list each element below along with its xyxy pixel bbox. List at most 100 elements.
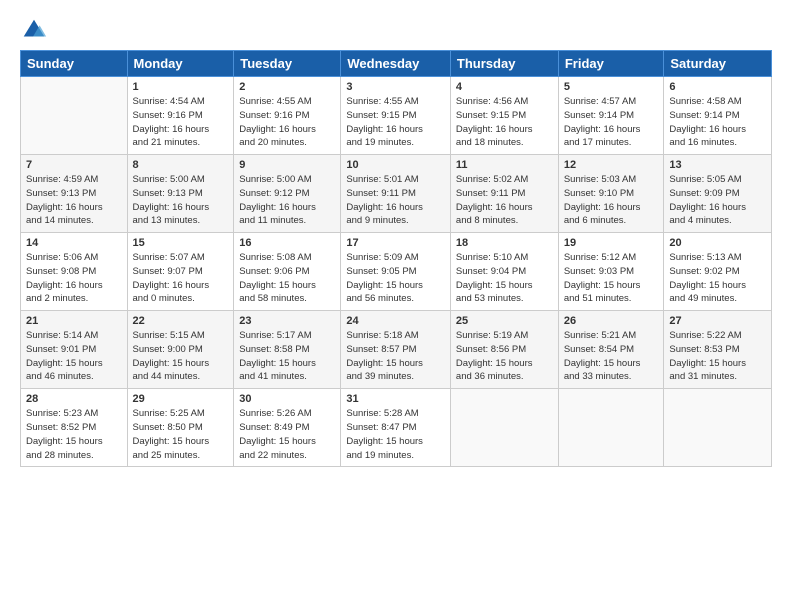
col-header-thursday: Thursday xyxy=(450,51,558,77)
day-info: Sunrise: 5:13 AM Sunset: 9:02 PM Dayligh… xyxy=(669,251,766,306)
calendar-day-cell: 3 Sunrise: 4:55 AM Sunset: 9:15 PM Daylig… xyxy=(341,77,451,155)
day-info: Sunrise: 5:21 AM Sunset: 8:54 PM Dayligh… xyxy=(564,329,659,384)
day-number: 8 xyxy=(133,159,229,171)
day-info: Sunrise: 5:03 AM Sunset: 9:10 PM Dayligh… xyxy=(564,173,659,228)
day-number: 15 xyxy=(133,237,229,249)
calendar-day-cell: 4Sunrise: 4:56 AM Sunset: 9:15 PM Daylig… xyxy=(450,77,558,155)
day-number: 31 xyxy=(346,393,445,405)
day-number: 25 xyxy=(456,315,553,327)
day-number: 30 xyxy=(239,393,335,405)
calendar-day-cell: 5Sunrise: 4:57 AM Sunset: 9:14 PM Daylig… xyxy=(558,77,664,155)
calendar-day-cell: 1 Sunrise: 4:54 AM Sunset: 9:16 PM Daylig… xyxy=(127,77,234,155)
calendar-day-cell: 28Sunrise: 5:23 AM Sunset: 8:52 PM Dayli… xyxy=(21,389,128,467)
calendar-day-cell: 11 Sunrise: 5:02 AM Sunset: 9:11 PM Dayli… xyxy=(450,155,558,233)
day-number: 7 xyxy=(26,159,122,171)
day-info: Sunrise: 5:01 AM Sunset: 9:11 PM Dayligh… xyxy=(346,173,445,228)
day-number: 14 xyxy=(26,237,122,249)
day-info: Sunrise: 5:05 AM Sunset: 9:09 PM Dayligh… xyxy=(669,173,766,228)
calendar-day-cell: 22Sunrise: 5:15 AM Sunset: 9:00 PM Dayli… xyxy=(127,311,234,389)
day-info: Sunrise: 5:08 AM Sunset: 9:06 PM Dayligh… xyxy=(239,251,335,306)
day-info: Sunrise: 4:58 AM Sunset: 9:14 PM Dayligh… xyxy=(669,95,766,150)
calendar-week-row: 1 Sunrise: 4:54 AM Sunset: 9:16 PM Daylig… xyxy=(21,77,772,155)
calendar-day-cell: 6 Sunrise: 4:58 AM Sunset: 9:14 PM Daylig… xyxy=(664,77,772,155)
day-info: Sunrise: 5:18 AM Sunset: 8:57 PM Dayligh… xyxy=(346,329,445,384)
day-info: Sunrise: 5:00 AM Sunset: 9:12 PM Dayligh… xyxy=(239,173,335,228)
day-number: 26 xyxy=(564,315,659,327)
day-number: 12 xyxy=(564,159,659,171)
day-info: Sunrise: 5:06 AM Sunset: 9:08 PM Dayligh… xyxy=(26,251,122,306)
day-number: 23 xyxy=(239,315,335,327)
day-number: 29 xyxy=(133,393,229,405)
day-number: 3 xyxy=(346,81,445,93)
calendar-day-cell: 31Sunrise: 5:28 AM Sunset: 8:47 PM Dayli… xyxy=(341,389,451,467)
day-number: 24 xyxy=(346,315,445,327)
calendar-day-cell: 8 Sunrise: 5:00 AM Sunset: 9:13 PM Daylig… xyxy=(127,155,234,233)
calendar-week-row: 21 Sunrise: 5:14 AM Sunset: 9:01 PM Dayli… xyxy=(21,311,772,389)
calendar-week-row: 7 Sunrise: 4:59 AM Sunset: 9:13 PM Daylig… xyxy=(21,155,772,233)
day-number: 19 xyxy=(564,237,659,249)
col-header-monday: Monday xyxy=(127,51,234,77)
day-number: 11 xyxy=(456,159,553,171)
day-info: Sunrise: 4:59 AM Sunset: 9:13 PM Dayligh… xyxy=(26,173,122,228)
calendar-day-cell: 15 Sunrise: 5:07 AM Sunset: 9:07 PM Dayli… xyxy=(127,233,234,311)
col-header-friday: Friday xyxy=(558,51,664,77)
col-header-sunday: Sunday xyxy=(21,51,128,77)
calendar-day-cell xyxy=(664,389,772,467)
day-info: Sunrise: 5:07 AM Sunset: 9:07 PM Dayligh… xyxy=(133,251,229,306)
day-number: 22 xyxy=(133,315,229,327)
day-info: Sunrise: 4:54 AM Sunset: 9:16 PM Dayligh… xyxy=(133,95,229,150)
page: SundayMondayTuesdayWednesdayThursdayFrid… xyxy=(0,0,792,612)
col-header-saturday: Saturday xyxy=(664,51,772,77)
calendar-day-cell: 30 Sunrise: 5:26 AM Sunset: 8:49 PM Dayli… xyxy=(234,389,341,467)
day-info: Sunrise: 5:25 AM Sunset: 8:50 PM Dayligh… xyxy=(133,407,229,462)
day-number: 1 xyxy=(133,81,229,93)
calendar-day-cell: 19 Sunrise: 5:12 AM Sunset: 9:03 PM Dayli… xyxy=(558,233,664,311)
day-info: Sunrise: 5:10 AM Sunset: 9:04 PM Dayligh… xyxy=(456,251,553,306)
day-info: Sunrise: 5:22 AM Sunset: 8:53 PM Dayligh… xyxy=(669,329,766,384)
day-info: Sunrise: 5:17 AM Sunset: 8:58 PM Dayligh… xyxy=(239,329,335,384)
calendar-header-row: SundayMondayTuesdayWednesdayThursdayFrid… xyxy=(21,51,772,77)
calendar-day-cell: 20 Sunrise: 5:13 AM Sunset: 9:02 PM Dayli… xyxy=(664,233,772,311)
day-number: 9 xyxy=(239,159,335,171)
day-number: 21 xyxy=(26,315,122,327)
day-info: Sunrise: 5:02 AM Sunset: 9:11 PM Dayligh… xyxy=(456,173,553,228)
day-info: Sunrise: 5:19 AM Sunset: 8:56 PM Dayligh… xyxy=(456,329,553,384)
day-info: Sunrise: 4:55 AM Sunset: 9:15 PM Dayligh… xyxy=(346,95,445,150)
day-info: Sunrise: 5:26 AM Sunset: 8:49 PM Dayligh… xyxy=(239,407,335,462)
calendar-day-cell: 12 Sunrise: 5:03 AM Sunset: 9:10 PM Dayli… xyxy=(558,155,664,233)
calendar-day-cell: 21 Sunrise: 5:14 AM Sunset: 9:01 PM Dayli… xyxy=(21,311,128,389)
calendar-day-cell xyxy=(450,389,558,467)
day-info: Sunrise: 5:12 AM Sunset: 9:03 PM Dayligh… xyxy=(564,251,659,306)
day-number: 27 xyxy=(669,315,766,327)
day-number: 6 xyxy=(669,81,766,93)
calendar-day-cell: 27 Sunrise: 5:22 AM Sunset: 8:53 PM Dayli… xyxy=(664,311,772,389)
day-info: Sunrise: 5:09 AM Sunset: 9:05 PM Dayligh… xyxy=(346,251,445,306)
day-number: 16 xyxy=(239,237,335,249)
day-number: 20 xyxy=(669,237,766,249)
col-header-tuesday: Tuesday xyxy=(234,51,341,77)
calendar-day-cell: 26 Sunrise: 5:21 AM Sunset: 8:54 PM Dayli… xyxy=(558,311,664,389)
calendar-day-cell: 25 Sunrise: 5:19 AM Sunset: 8:56 PM Dayli… xyxy=(450,311,558,389)
header xyxy=(20,16,772,44)
calendar-table: SundayMondayTuesdayWednesdayThursdayFrid… xyxy=(20,50,772,467)
day-number: 2 xyxy=(239,81,335,93)
calendar-week-row: 14 Sunrise: 5:06 AM Sunset: 9:08 PM Dayli… xyxy=(21,233,772,311)
calendar-day-cell: 14 Sunrise: 5:06 AM Sunset: 9:08 PM Dayli… xyxy=(21,233,128,311)
day-info: Sunrise: 5:00 AM Sunset: 9:13 PM Dayligh… xyxy=(133,173,229,228)
day-info: Sunrise: 4:55 AM Sunset: 9:16 PM Dayligh… xyxy=(239,95,335,150)
day-info: Sunrise: 4:56 AM Sunset: 9:15 PM Dayligh… xyxy=(456,95,553,150)
calendar-day-cell xyxy=(558,389,664,467)
calendar-day-cell: 2 Sunrise: 4:55 AM Sunset: 9:16 PM Daylig… xyxy=(234,77,341,155)
calendar-day-cell: 7 Sunrise: 4:59 AM Sunset: 9:13 PM Daylig… xyxy=(21,155,128,233)
day-info: Sunrise: 5:14 AM Sunset: 9:01 PM Dayligh… xyxy=(26,329,122,384)
calendar-day-cell: 17 Sunrise: 5:09 AM Sunset: 9:05 PM Dayli… xyxy=(341,233,451,311)
day-number: 28 xyxy=(26,393,122,405)
day-number: 13 xyxy=(669,159,766,171)
calendar-day-cell: 16 Sunrise: 5:08 AM Sunset: 9:06 PM Dayli… xyxy=(234,233,341,311)
day-number: 17 xyxy=(346,237,445,249)
logo xyxy=(20,16,52,44)
calendar-day-cell xyxy=(21,77,128,155)
day-number: 18 xyxy=(456,237,553,249)
calendar-day-cell: 10Sunrise: 5:01 AM Sunset: 9:11 PM Dayli… xyxy=(341,155,451,233)
calendar-day-cell: 18 Sunrise: 5:10 AM Sunset: 9:04 PM Dayli… xyxy=(450,233,558,311)
